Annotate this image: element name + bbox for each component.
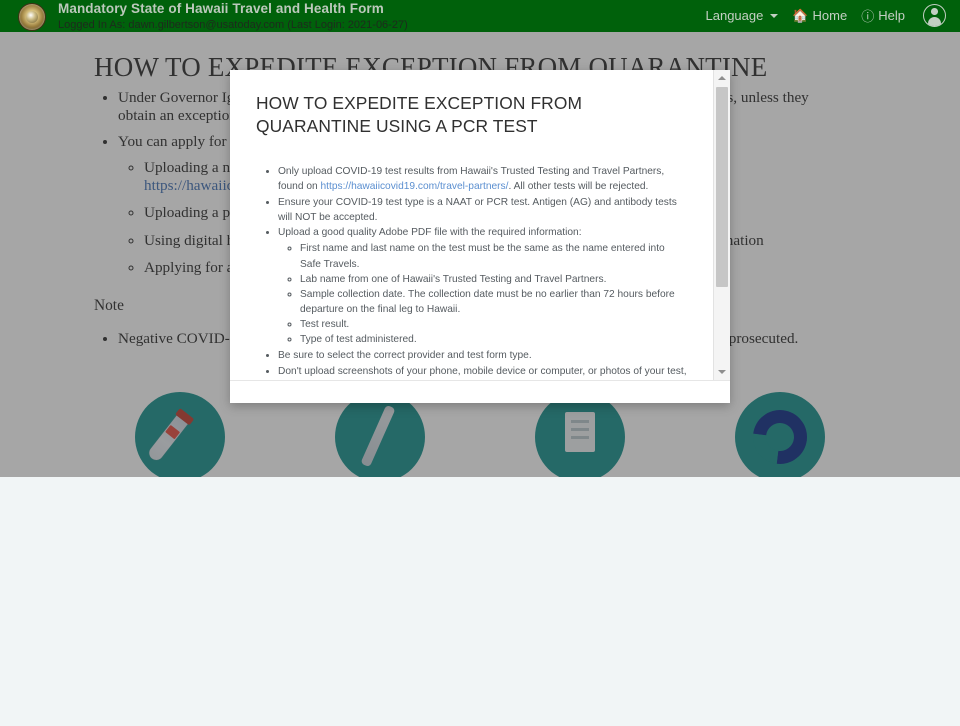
modal-scrollbar[interactable]	[713, 70, 730, 380]
scrollbar-thumb[interactable]	[716, 87, 728, 287]
avatar[interactable]	[923, 4, 946, 27]
scroll-up-arrow-icon[interactable]	[714, 70, 730, 86]
hawaii-state-seal-icon	[18, 3, 46, 31]
list-item: First name and last name on the test mus…	[300, 241, 687, 271]
top-navbar: Mandatory State of Hawaii Travel and Hea…	[0, 0, 960, 32]
navbar-actions: Language 🏠 Home ⓘ Help	[706, 4, 946, 27]
home-label: Home	[812, 8, 848, 23]
modal-title: HOW TO EXPEDITE EXCEPTION FROM QUARANTIN…	[256, 93, 583, 136]
navbar-brand[interactable]: Mandatory State of Hawaii Travel and Hea…	[0, 0, 408, 32]
chevron-down-icon	[770, 13, 779, 18]
instruction-text: Ensure your COVID-19 test type is a NAAT…	[278, 196, 677, 223]
modal-scroll-area: HOW TO EXPEDITE EXCEPTION FROM QUARANTIN…	[230, 70, 730, 380]
list-item: Only upload COVID-19 test results from H…	[278, 164, 687, 194]
language-label: Language	[705, 8, 764, 23]
help-link[interactable]: ⓘ Help	[861, 6, 905, 25]
list-item: Ensure your COVID-19 test type is a NAAT…	[278, 195, 687, 225]
scroll-down-arrow-icon[interactable]	[714, 364, 730, 380]
instruction-text: Upload a good quality Adobe PDF file wit…	[278, 227, 582, 239]
pcr-test-instructions-modal: HOW TO EXPEDITE EXCEPTION FROM QUARANTIN…	[230, 70, 730, 403]
home-icon: 🏠	[792, 7, 809, 23]
modal-instruction-list: Only upload COVID-19 test results from H…	[256, 164, 687, 380]
page-footer-area	[0, 477, 960, 726]
list-item: Be sure to select the correct provider a…	[278, 348, 687, 363]
language-dropdown[interactable]: Language	[706, 8, 779, 23]
list-item: Type of test administered.	[300, 332, 687, 347]
modal-body: HOW TO EXPEDITE EXCEPTION FROM QUARANTIN…	[230, 70, 713, 380]
info-circle-icon: ⓘ	[861, 9, 875, 24]
help-label: Help	[878, 8, 905, 23]
modal-footer	[230, 380, 730, 403]
travel-partners-link[interactable]: https://hawaiicovid19.com/travel-partner…	[321, 181, 509, 192]
list-item: Lab name from one of Hawaii's Trusted Te…	[300, 272, 687, 287]
list-item: Don't upload screenshots of your phone, …	[278, 364, 687, 380]
list-item: Upload a good quality Adobe PDF file wit…	[278, 225, 687, 347]
login-info: Logged In As: dawn.gilbertson@usatoday.c…	[58, 19, 408, 32]
list-item: Sample collection date. The collection d…	[300, 287, 687, 317]
brand-title: Mandatory State of Hawaii Travel and Hea…	[58, 1, 384, 16]
list-item: Test result.	[300, 317, 687, 332]
modal-pdf-requirements-list: First name and last name on the test mus…	[278, 241, 687, 347]
home-link[interactable]: 🏠 Home	[792, 8, 847, 24]
instruction-text-after: . All other tests will be rejected.	[508, 181, 649, 193]
